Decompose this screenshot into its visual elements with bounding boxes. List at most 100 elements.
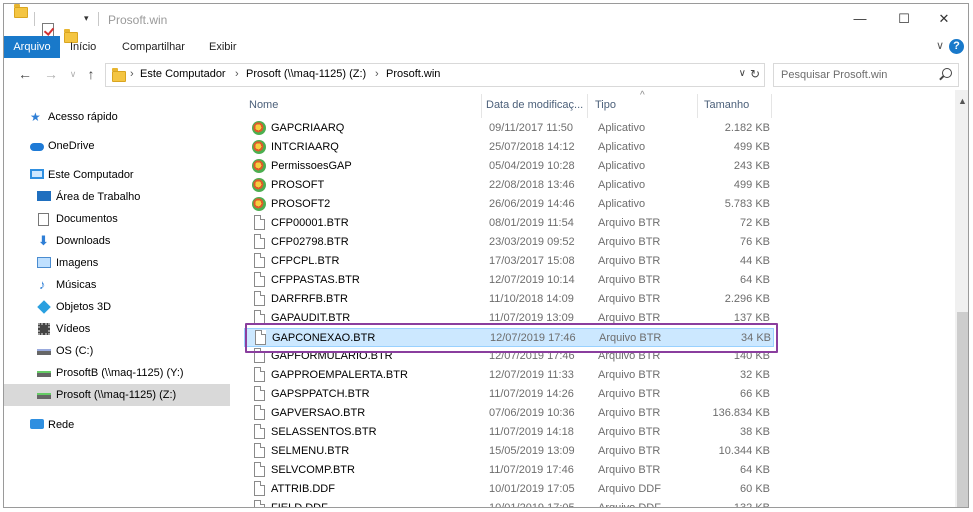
vertical-scrollbar[interactable]: ▲ (955, 90, 968, 507)
nav-item-downloads[interactable]: ⬇ Downloads (4, 230, 230, 252)
file-icon (254, 367, 265, 382)
address-dropdown-icon[interactable]: ∨ (739, 68, 746, 79)
refresh-icon[interactable]: ↻ (750, 67, 760, 81)
file-date: 05/04/2019 10:28 (489, 160, 575, 172)
maximize-button[interactable]: ☐ (884, 8, 924, 30)
nav-item-este-computador[interactable]: Este Computador (4, 164, 230, 186)
recent-locations-icon[interactable]: ∨ (64, 69, 82, 80)
file-row[interactable]: PROSOFT 22/08/2018 13:46 Aplicativo 499 KB (244, 176, 774, 195)
nav-label: Objetos 3D (56, 301, 112, 313)
nav-label: Músicas (56, 279, 97, 291)
file-name: ATTRIB.DDF (271, 483, 335, 495)
nav-item-onedrive[interactable]: OneDrive (4, 135, 230, 157)
file-icon (254, 386, 265, 401)
file-row[interactable]: CFP02798.BTR 23/03/2019 09:52 Arquivo BTR 7… (244, 233, 774, 252)
scroll-up-icon[interactable]: ▲ (955, 96, 968, 106)
search-icon[interactable] (942, 68, 952, 78)
breadcrumb-separator: › (235, 68, 239, 80)
tab-exibir[interactable]: Exibir (201, 36, 245, 58)
scroll-thumb[interactable] (957, 312, 968, 507)
file-row[interactable]: GAPCRIAARQ 09/11/2017 11:50 Aplicativo 2.18… (244, 119, 774, 138)
properties-icon[interactable] (42, 23, 54, 37)
nav-item-acesso-rapido[interactable]: ★ Acesso rápido (4, 106, 230, 128)
up-button[interactable]: ↑ (82, 66, 100, 82)
column-header-size[interactable]: Tamanho (704, 99, 749, 111)
minimize-button[interactable]: — (840, 8, 880, 30)
file-row[interactable]: SELVCOMP.BTR 11/07/2019 17:46 Arquivo BTR 6… (244, 461, 774, 480)
file-type: Aplicativo (598, 198, 646, 210)
customize-quick-access-icon[interactable]: ▾ (84, 13, 89, 24)
file-type: Arquivo BTR (598, 388, 661, 400)
application-icon (252, 140, 266, 154)
breadcrumb-este-computador[interactable]: Este Computador (140, 68, 226, 80)
nav-item-musicas[interactable]: ♪ Músicas (4, 274, 230, 296)
file-row[interactable]: GAPPROEMPALERTA.BTR 12/07/2019 11:33 Arqui… (244, 366, 774, 385)
file-date: 07/06/2019 10:36 (489, 407, 575, 419)
nav-item-os-c[interactable]: OS (C:) (4, 340, 230, 362)
nav-item-objetos-3d[interactable]: Objetos 3D (4, 296, 230, 318)
file-size: 76 KB (740, 236, 770, 248)
file-size: 499 KB (733, 141, 770, 153)
back-button[interactable]: ← (16, 66, 34, 82)
download-icon: ⬇ (38, 233, 49, 248)
file-icon (254, 272, 265, 287)
file-name: SELVCOMP.BTR (271, 464, 355, 476)
file-size: 132 KB (733, 502, 770, 508)
breadcrumb-prosoft-drive[interactable]: Prosoft (\\maq-1125) (Z:) (246, 68, 366, 80)
column-divider[interactable] (697, 94, 698, 118)
column-header-name[interactable]: Nome (249, 99, 278, 111)
file-icon (254, 215, 265, 230)
file-size: 243 KB (733, 160, 770, 172)
desktop-icon (37, 191, 51, 201)
folder-icon (112, 68, 126, 82)
column-divider[interactable] (771, 94, 772, 118)
nav-item-videos[interactable]: Vídeos (4, 318, 230, 340)
address-bar[interactable]: › Este Computador › Prosoft (\\maq-1125)… (105, 63, 765, 87)
expand-ribbon-icon[interactable]: ∨ (936, 39, 944, 52)
forward-button[interactable]: → (42, 66, 60, 82)
nav-item-imagens[interactable]: Imagens (4, 252, 230, 274)
help-icon[interactable]: ? (949, 39, 964, 54)
file-type: Aplicativo (598, 122, 646, 134)
explorer-window: ▾ Prosoft.win — ☐ ✕ Arquivo Início Compa… (3, 3, 969, 508)
file-row[interactable]: ATTRIB.DDF 10/01/2019 17:05 Arquivo DDF 60 … (244, 480, 774, 499)
file-row[interactable]: SELASSENTOS.BTR 11/07/2019 14:18 Arquivo B… (244, 423, 774, 442)
tab-inicio[interactable]: Início (62, 36, 104, 58)
breadcrumb-prosoft-win[interactable]: Prosoft.win (386, 68, 440, 80)
column-divider[interactable] (587, 94, 588, 118)
tab-arquivo[interactable]: Arquivo (4, 36, 60, 58)
file-row[interactable]: GAPSPPATCH.BTR 11/07/2019 14:26 Arquivo BT… (244, 385, 774, 404)
application-icon (252, 121, 266, 135)
nav-item-area-de-trabalho[interactable]: Área de Trabalho (4, 186, 230, 208)
file-row[interactable]: INTCRIAARQ 25/07/2018 14:12 Aplicativo 499 … (244, 138, 774, 157)
column-header-date[interactable]: Data de modificaç... (486, 99, 583, 111)
file-row[interactable]: DARFRFB.BTR 11/10/2018 14:09 Arquivo BTR 2.… (244, 290, 774, 309)
network-icon (30, 419, 44, 429)
file-date: 26/06/2019 14:46 (489, 198, 575, 210)
file-row[interactable]: SELMENU.BTR 15/05/2019 13:09 Arquivo BTR 10… (244, 442, 774, 461)
nav-item-prosoft-z[interactable]: Prosoft (\\maq-1125) (Z:) (4, 384, 230, 406)
search-box[interactable]: Pesquisar Prosoft.win (773, 63, 959, 87)
file-row[interactable]: CFP00001.BTR 08/01/2019 11:54 Arquivo BTR 7… (244, 214, 774, 233)
file-row[interactable]: GAPVERSAO.BTR 07/06/2019 10:36 Arquivo BTR… (244, 404, 774, 423)
column-divider[interactable] (481, 94, 482, 118)
close-button[interactable]: ✕ (924, 8, 964, 30)
nav-item-rede[interactable]: Rede (4, 414, 230, 436)
file-row[interactable]: CFPCPL.BTR 17/03/2017 15:08 Arquivo BTR 44 … (244, 252, 774, 271)
file-date: 15/05/2019 13:09 (489, 445, 575, 457)
nav-item-prosoftb-y[interactable]: ProsoftB (\\maq-1125) (Y:) (4, 362, 230, 384)
documents-icon (38, 213, 49, 226)
search-input[interactable]: Pesquisar Prosoft.win (781, 69, 887, 81)
file-icon (254, 481, 265, 496)
tab-compartilhar[interactable]: Compartilhar (114, 36, 193, 58)
nav-item-documentos[interactable]: Documentos (4, 208, 230, 230)
file-size: 499 KB (733, 179, 770, 191)
file-row[interactable]: FIELD.DDF 10/01/2019 17:05 Arquivo DDF 132 … (244, 499, 774, 508)
file-row[interactable]: PROSOFT2 26/06/2019 14:46 Aplicativo 5.783 … (244, 195, 774, 214)
file-row[interactable]: PermissoesGAP 05/04/2019 10:28 Aplicativo 2… (244, 157, 774, 176)
column-header-type[interactable]: Tipo (595, 99, 616, 111)
file-size: 64 KB (740, 274, 770, 286)
file-type: Arquivo BTR (598, 426, 661, 438)
file-row[interactable]: CFPPASTAS.BTR 12/07/2019 10:14 Arquivo BTR… (244, 271, 774, 290)
file-name: INTCRIAARQ (271, 141, 339, 153)
